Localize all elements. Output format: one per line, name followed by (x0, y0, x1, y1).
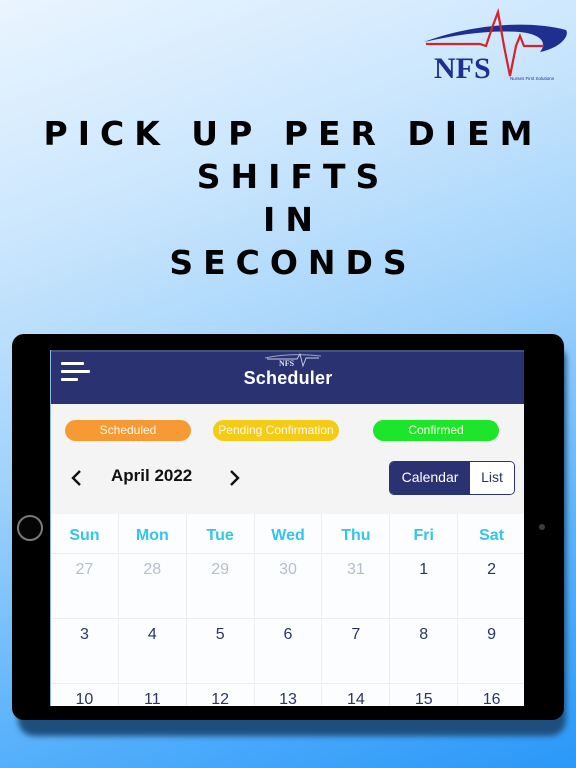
chevron-left-icon[interactable] (65, 463, 87, 493)
calendar-day-cell[interactable]: 13 (255, 684, 323, 706)
calendar-day-cell[interactable]: 4 (119, 619, 187, 683)
calendar-day-cell[interactable]: 3 (51, 619, 119, 683)
calendar-week-row: 10 11 12 13 14 15 16 (51, 684, 524, 706)
app-screen: NFS Scheduler Scheduled Pending Confirma… (50, 350, 524, 706)
legend-scheduled: Scheduled (65, 420, 191, 441)
weekday-label: Sun (51, 514, 119, 553)
calendar-day-cell[interactable]: 2 (458, 554, 524, 618)
calendar-view-button[interactable]: Calendar (390, 462, 470, 494)
page-title: Scheduler (243, 368, 333, 388)
calendar-day-cell[interactable]: 27 (51, 554, 119, 618)
calendar-day-cell[interactable]: 8 (390, 619, 459, 683)
calendar-day-cell[interactable]: 6 (255, 619, 323, 683)
calendar-day-cell[interactable]: 16 (458, 684, 524, 706)
weekday-label: Wed (255, 514, 323, 553)
home-button (17, 515, 43, 541)
nfs-logo-graphic: NFS Nurses First Solutions (424, 7, 567, 85)
headline: PICK UP PER DIEM SHIFTS IN SECONDS (0, 112, 576, 284)
calendar-day-cell[interactable]: 28 (119, 554, 187, 618)
calendar-week-row: 27 28 29 30 31 1 2 (51, 554, 524, 619)
app-header: NFS Scheduler (51, 350, 524, 404)
calendar-day-cell[interactable]: 5 (187, 619, 255, 683)
chevron-right-icon[interactable] (224, 463, 246, 493)
calendar-day-cell[interactable]: 1 (390, 554, 459, 618)
app-logo-text: NFS (279, 359, 295, 368)
legend-label: Scheduled (99, 423, 157, 437)
weekday-label: Mon (119, 514, 187, 553)
calendar-day-cell[interactable]: 7 (322, 619, 391, 683)
legend-confirmed: Confirmed (373, 420, 499, 441)
legend-pending-confirmation: Pending Confirmation (213, 420, 339, 441)
calendar-day-cell[interactable]: 29 (187, 554, 255, 618)
headline-line: PICK UP PER DIEM (43, 114, 543, 153)
month-label: April 2022 (111, 466, 193, 485)
weekday-label: Thu (322, 514, 391, 553)
calendar-day-cell[interactable]: 14 (322, 684, 391, 706)
calendar-body: 27 28 29 30 31 1 2 3 4 5 6 7 8 9 10 11 12 13 14 15 16 (51, 554, 524, 706)
weekday-label: Fri (390, 514, 459, 553)
weekday-label: Tue (187, 514, 255, 553)
list-view-button[interactable]: List (470, 462, 514, 494)
calendar-day-cell[interactable]: 31 (322, 554, 391, 618)
calendar-week-row: 3456789 (51, 619, 524, 684)
legend-label: Confirmed (408, 423, 464, 437)
camera-dot (539, 524, 545, 530)
legend-label: Pending Confirmation (218, 423, 334, 437)
logo-tagline: Nurses First Solutions (510, 76, 555, 81)
headline-line: SHIFTS (196, 157, 390, 196)
calendar-day-cell[interactable]: 10 (51, 684, 119, 706)
weekday-header: Sun Mon Tue Wed Thu Fri Sat (51, 514, 524, 554)
headline-line: IN (263, 200, 323, 239)
calendar-day-cell[interactable]: 15 (390, 684, 459, 706)
headline-line: SECONDS (169, 243, 417, 282)
calendar-day-cell[interactable]: 12 (187, 684, 255, 706)
view-toggle: Calendar List (389, 461, 515, 495)
app-logo: NFS (264, 352, 322, 368)
weekday-label: Sat (479, 527, 505, 544)
calendar-day-cell[interactable]: 11 (119, 684, 187, 706)
calendar-day-cell[interactable]: 30 (255, 554, 323, 618)
calendar-grid: Sun Mon Tue Wed Thu Fri Sat 27 28 29 30 31 1 2… (51, 514, 524, 706)
calendar-day-cell[interactable]: 9 (458, 619, 524, 683)
logo-text: NFS (434, 52, 491, 85)
nfs-logo: NFS Nurses First Solutions (420, 6, 570, 90)
